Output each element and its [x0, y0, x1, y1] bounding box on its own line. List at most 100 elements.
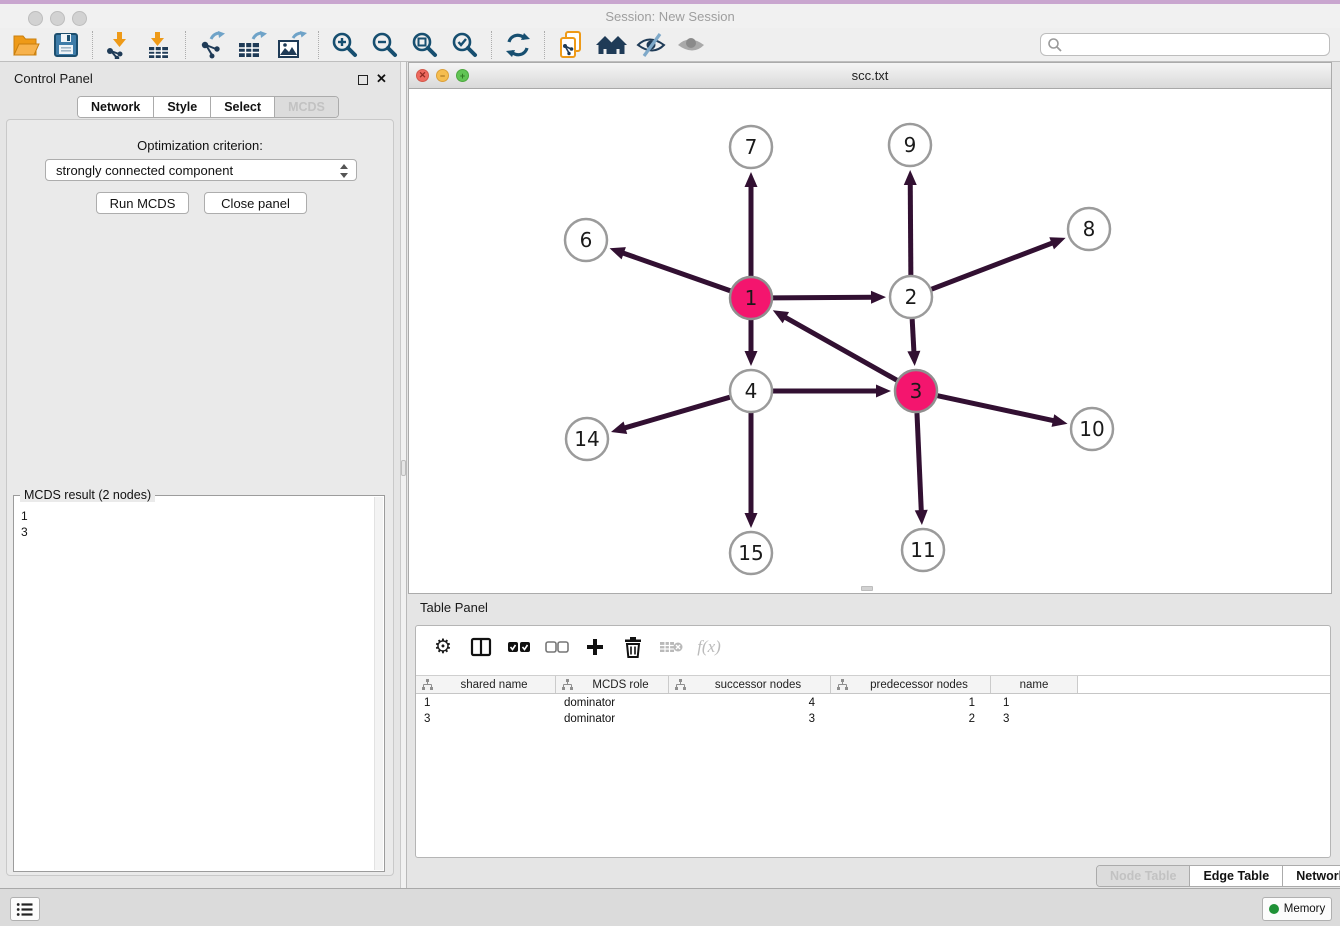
memory-button[interactable]: Memory [1262, 897, 1332, 921]
table-settings-icon[interactable]: ⚙ [428, 632, 458, 662]
network-canvas[interactable]: 7968124314101511 [409, 89, 1331, 593]
graph-edge-arrowhead [745, 513, 758, 528]
show-columns-icon[interactable] [466, 632, 496, 662]
graph-edge-1-6[interactable] [622, 253, 730, 291]
tab-select[interactable]: Select [211, 97, 275, 117]
task-history-button[interactable] [10, 897, 40, 921]
graph-edge-2-3[interactable] [912, 319, 914, 353]
column-header-name[interactable]: name [991, 676, 1078, 693]
table-cell[interactable]: 1 [831, 695, 991, 711]
graph-node-label: 10 [1079, 417, 1104, 441]
criterion-dropdown[interactable]: strongly connected component [45, 159, 357, 181]
import-network-icon[interactable] [102, 29, 136, 61]
export-image-icon[interactable] [275, 29, 309, 61]
control-panel-title: Control Panel [14, 71, 93, 86]
run-mcds-button[interactable]: Run MCDS [96, 192, 189, 214]
table-cell[interactable]: 1 [991, 695, 1078, 711]
column-type-icon [562, 679, 573, 690]
table-cell[interactable]: 1 [416, 695, 556, 711]
table-row[interactable]: 1dominator411 [416, 695, 1330, 711]
canvas-scrollbar-thumb[interactable] [861, 586, 873, 591]
zoom-in-icon[interactable] [328, 29, 362, 61]
table-panel: Table Panel ✕ ⚙ f(x) share [408, 594, 1340, 888]
table-cell[interactable]: 3 [416, 711, 556, 727]
zoom-out-icon[interactable] [368, 29, 402, 61]
table-cell[interactable]: 2 [831, 711, 991, 727]
graph-node-label: 4 [745, 379, 758, 403]
tab-mcds[interactable]: MCDS [275, 97, 338, 117]
memory-label: Memory [1284, 903, 1326, 915]
import-table-icon[interactable] [142, 29, 176, 61]
graph-edge-2-9[interactable] [910, 183, 911, 275]
tab-network-table[interactable]: Network Table [1283, 866, 1340, 886]
graph-node-label: 2 [905, 285, 918, 309]
network-window-title: scc.txt [409, 68, 1331, 83]
memory-status-icon [1269, 904, 1279, 914]
tab-edge-table[interactable]: Edge Table [1190, 866, 1283, 886]
table-toolbar: ⚙ f(x) [416, 626, 1330, 668]
graph-edge-3-10[interactable] [938, 396, 1055, 421]
table-tabs: Node TableEdge TableNetwork TableMotifs [1096, 865, 1340, 887]
network-window-titlebar[interactable]: ✕ − + scc.txt [409, 63, 1331, 89]
column-header-predecessor-nodes[interactable]: predecessor nodes [831, 676, 991, 693]
table-cell[interactable]: 3 [669, 711, 831, 727]
export-network-icon[interactable] [195, 29, 229, 61]
control-panel-close-icon[interactable]: ✕ [376, 71, 387, 87]
graph-edge-2-8[interactable] [932, 243, 1054, 290]
graph-edge-3-11[interactable] [917, 413, 921, 512]
column-header-successor-nodes[interactable]: successor nodes [669, 676, 831, 693]
mcds-panel: Optimization criterion: strongly connect… [6, 119, 394, 876]
status-bar: Memory [0, 888, 1340, 926]
table-cell[interactable]: 4 [669, 695, 831, 711]
control-panel: Control Panel ✕ NetworkStyleSelectMCDS O… [0, 62, 400, 888]
table-cell[interactable]: 3 [991, 711, 1078, 727]
graph-node-label: 7 [745, 135, 758, 159]
tab-style[interactable]: Style [154, 97, 211, 117]
panel-splitter[interactable] [400, 62, 407, 888]
column-header-MCDS-role[interactable]: MCDS role [556, 676, 669, 693]
zoom-fit-icon[interactable] [408, 29, 442, 61]
save-session-icon[interactable] [49, 29, 83, 61]
table-row[interactable]: 3dominator323 [416, 711, 1330, 727]
close-panel-button[interactable]: Close panel [204, 192, 307, 214]
unselect-all-icon[interactable] [542, 632, 572, 662]
table-body: 1dominator4113dominator323 [416, 695, 1330, 727]
table-panel-title: Table Panel [420, 600, 488, 615]
splitter-handle[interactable] [401, 460, 406, 476]
toolbar-divider [318, 31, 319, 59]
graph-edge-3-1[interactable] [784, 317, 897, 381]
mcds-result-scrollbar[interactable] [374, 497, 383, 870]
graph-edge-arrowhead [611, 422, 627, 434]
column-header-shared-name[interactable]: shared name [416, 676, 556, 693]
first-neighbors-icon[interactable] [594, 29, 628, 61]
show-details-icon[interactable] [674, 29, 708, 61]
table-cell[interactable]: dominator [556, 695, 669, 711]
delete-table-icon [656, 632, 686, 662]
graph-node-label: 14 [574, 427, 599, 451]
select-all-icon[interactable] [504, 632, 534, 662]
hide-details-icon[interactable] [634, 29, 668, 61]
tab-network[interactable]: Network [78, 97, 154, 117]
graph-edge-arrowhead [915, 510, 928, 525]
search-input[interactable] [1040, 33, 1330, 56]
zoom-selected-icon[interactable] [448, 29, 482, 61]
duplicate-network-icon[interactable] [554, 29, 588, 61]
table-cell[interactable]: dominator [556, 711, 669, 727]
add-row-icon[interactable] [580, 632, 610, 662]
export-table-icon[interactable] [235, 29, 269, 61]
app-title: Session: New Session [0, 9, 1340, 24]
graph-node-label: 15 [738, 541, 763, 565]
refresh-view-icon[interactable] [501, 29, 535, 61]
graph-edge-4-14[interactable] [623, 397, 729, 428]
apply-function-icon: f(x) [694, 632, 724, 662]
open-session-icon[interactable] [9, 29, 43, 61]
tab-node-table[interactable]: Node Table [1097, 866, 1190, 886]
graph-edge-1-2[interactable] [773, 297, 873, 298]
delete-row-icon[interactable] [618, 632, 648, 662]
control-panel-float-icon[interactable] [358, 75, 368, 85]
graph-edge-arrowhead [876, 385, 891, 398]
graph-node-label: 9 [904, 133, 917, 157]
graph-edge-arrowhead [610, 247, 626, 259]
toolbar-divider [92, 31, 93, 59]
node-table-container: ⚙ f(x) shared nameMCDS rolesuccessor nod… [415, 625, 1331, 858]
